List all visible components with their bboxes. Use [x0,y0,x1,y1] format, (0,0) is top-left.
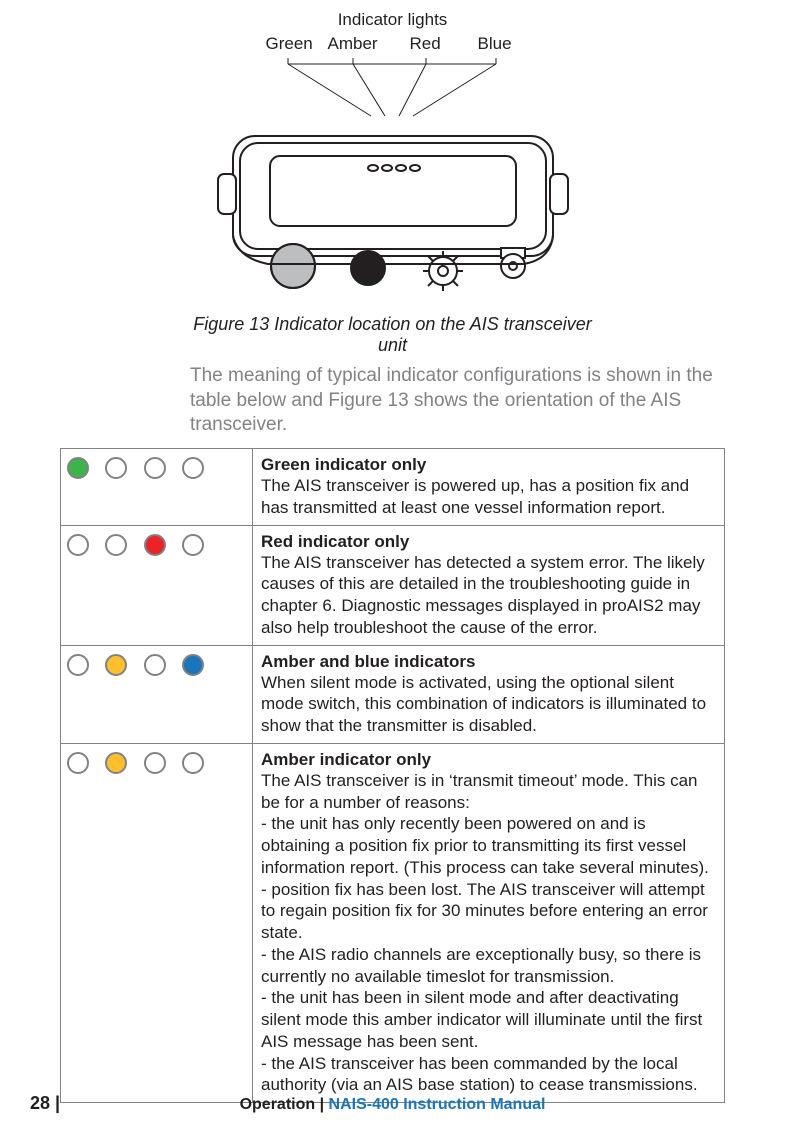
row-body: The AIS transceiver is in ‘transmit time… [261,770,716,1096]
intro-text: The meaning of typical indicator configu… [190,364,725,438]
label-red: Red [410,34,441,54]
led-off-icon [144,457,166,479]
row-desc: Red indicator only The AIS transceiver h… [253,525,725,645]
led-amber-icon [105,654,127,676]
led-off-icon [144,654,166,676]
led-off-icon [105,534,127,556]
led-off-icon [182,534,204,556]
row-body: The AIS transceiver has detected a syste… [261,552,716,639]
table-row: Amber and blue indicators When silent mo… [61,645,725,743]
row-desc: Green indicator only The AIS transceiver… [253,449,725,526]
reason-item: - the unit has been in silent mode and a… [261,987,716,1052]
led-off-icon [105,457,127,479]
callout-lines [178,58,608,118]
indicator-labels: Green Amber Red Blue [178,32,608,58]
indicator-diagram: Indicator lights Green Amber Red Blue [178,10,608,356]
row-desc: Amber and blue indicators When silent mo… [253,645,725,743]
led-pattern-amber [61,743,253,1102]
reason-item: - the AIS transceiver has been commanded… [261,1053,716,1097]
row-title: Amber and blue indicators [261,652,716,672]
reason-item: - position fix has been lost. The AIS tr… [261,879,716,944]
label-blue: Blue [478,34,512,54]
led-off-icon [67,752,89,774]
row-title: Amber indicator only [261,750,716,770]
table-row: Amber indicator only The AIS transceiver… [61,743,725,1102]
row-body: When silent mode is activated, using the… [261,672,716,737]
row-desc: Amber indicator only The AIS transceiver… [253,743,725,1102]
indicator-title: Indicator lights [178,10,608,30]
label-amber: Amber [328,34,378,54]
row-title: Red indicator only [261,532,716,552]
row-title: Green indicator only [261,455,716,475]
led-off-icon [182,457,204,479]
led-off-icon [144,752,166,774]
led-red-icon [144,534,166,556]
indicator-table: Green indicator only The AIS transceiver… [60,448,725,1103]
led-off-icon [67,534,89,556]
label-green: Green [266,34,313,54]
led-blue-icon [182,654,204,676]
led-pattern-amber-blue [61,645,253,743]
row-body: The AIS transceiver is powered up, has a… [261,475,716,519]
led-off-icon [182,752,204,774]
table-row: Red indicator only The AIS transceiver h… [61,525,725,645]
footer-center: Operation | NAIS-400 Instruction Manual [240,1096,546,1114]
reason-item: - the AIS radio channels are exceptional… [261,944,716,988]
footer-manual: NAIS-400 Instruction Manual [329,1096,546,1113]
row-body-intro: The AIS transceiver is in ‘transmit time… [261,771,698,812]
led-pattern-green [61,449,253,526]
device-illustration [178,116,608,306]
footer-operation: Operation | [240,1096,329,1113]
led-green-icon [67,457,89,479]
led-off-icon [67,654,89,676]
led-amber-icon [105,752,127,774]
figure-caption: Figure 13 Indicator location on the AIS … [178,314,608,356]
page-number: 28 | [30,1093,60,1113]
reason-item: - the unit has only recently been powere… [261,813,716,878]
led-pattern-red [61,525,253,645]
page-footer: 28 | Operation | NAIS-400 Instruction Ma… [0,1093,785,1114]
table-row: Green indicator only The AIS transceiver… [61,449,725,526]
